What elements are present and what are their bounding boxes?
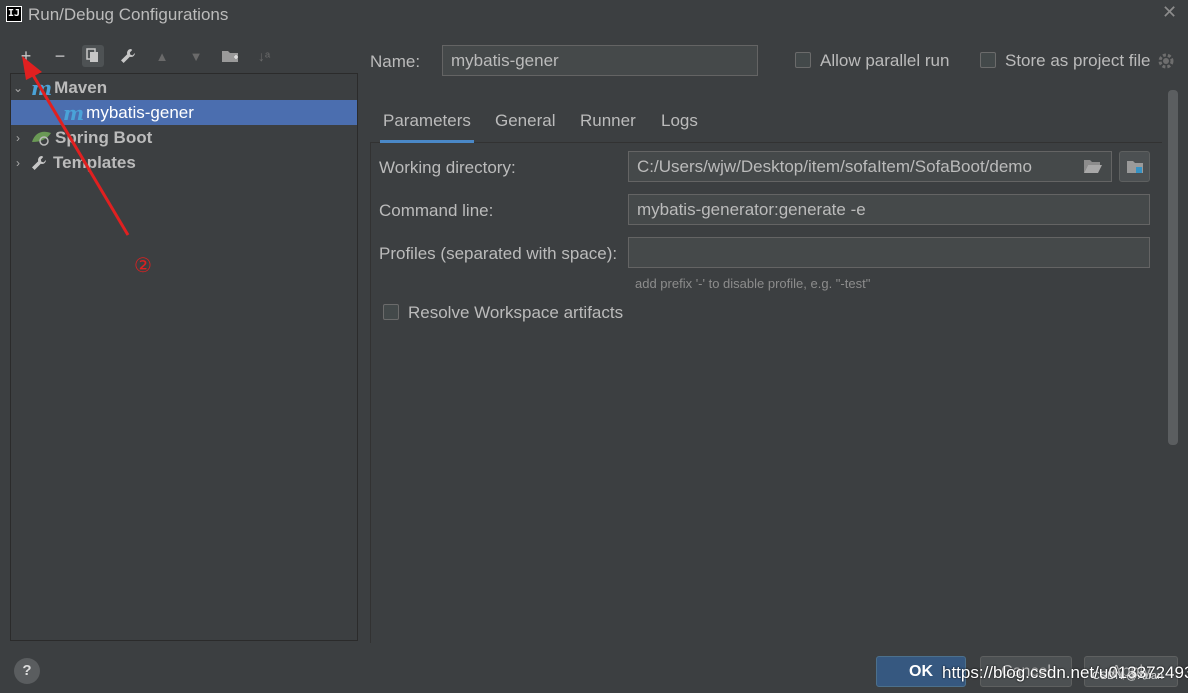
tree-item-templates[interactable]: › Templates — [11, 150, 357, 175]
new-folder-icon[interactable] — [219, 45, 241, 67]
vertical-scrollbar[interactable] — [1168, 90, 1178, 445]
remove-icon[interactable]: − — [49, 45, 71, 67]
store-project-checkbox[interactable] — [980, 52, 996, 68]
name-label: Name: — [370, 52, 421, 71]
close-icon[interactable]: ✕ — [1162, 2, 1177, 23]
profiles-field[interactable] — [628, 237, 1150, 268]
csdn-watermark: CSDN @Xuan — [1092, 670, 1164, 682]
tab-strip: Parameters General Runner Logs — [370, 105, 1162, 143]
maven-icon: m — [63, 100, 85, 125]
move-down-icon[interactable]: ▼ — [185, 45, 207, 67]
name-field[interactable]: mybatis-gener — [442, 45, 758, 76]
chevron-right-icon[interactable]: › — [11, 131, 25, 145]
working-directory-field[interactable]: C:/Users/wjw/Desktop/item/sofaItem/SofaB… — [628, 151, 1112, 182]
intellij-app-icon: IJ — [6, 6, 22, 22]
annotation-number: ② — [134, 255, 152, 277]
command-line-field[interactable]: mybatis-generator:generate -e — [628, 194, 1150, 225]
sort-icon[interactable]: ↓ᵃ — [253, 45, 275, 67]
resolve-workspace-checkbox[interactable] — [383, 304, 399, 320]
profiles-label: Profiles (separated with space): — [379, 244, 618, 263]
tree-item-label: Maven — [54, 77, 108, 97]
command-line-label: Command line: — [379, 201, 494, 220]
macro-folder-button[interactable] — [1119, 151, 1150, 182]
wrench-icon — [31, 155, 49, 171]
move-up-icon[interactable]: ▲ — [151, 45, 173, 67]
tab-general[interactable]: General — [492, 105, 558, 143]
allow-parallel-label: Allow parallel run — [820, 51, 950, 70]
tab-parameters[interactable]: Parameters — [380, 105, 474, 143]
resolve-workspace-label: Resolve Workspace artifacts — [408, 303, 624, 322]
chevron-right-icon[interactable]: › — [11, 156, 25, 170]
tree-item-label: mybatis-gener — [86, 102, 194, 122]
folder-open-icon[interactable] — [1083, 158, 1103, 174]
tree-item-spring-boot[interactable]: › Spring Boot — [11, 125, 357, 150]
gear-icon[interactable] — [1157, 52, 1175, 70]
add-icon[interactable]: + — [15, 45, 37, 67]
configuration-tree: ⌄ m Maven m mybatis-gener › Spring Boot … — [10, 73, 358, 641]
tab-logs[interactable]: Logs — [658, 105, 701, 143]
window-title: Run/Debug Configurations — [28, 5, 229, 24]
tab-runner[interactable]: Runner — [577, 105, 639, 143]
store-project-label: Store as project file — [1005, 51, 1151, 70]
help-button[interactable]: ? — [14, 658, 40, 684]
tree-item-label: Templates — [53, 152, 136, 172]
profiles-hint: add prefix '-' to disable profile, e.g. … — [635, 276, 871, 291]
allow-parallel-checkbox[interactable] — [795, 52, 811, 68]
chevron-down-icon[interactable]: ⌄ — [11, 81, 25, 95]
wrench-icon[interactable] — [117, 45, 139, 67]
working-directory-label: Working directory: — [379, 158, 516, 177]
maven-icon: m — [31, 75, 53, 100]
tree-item-mybatis-gener[interactable]: m mybatis-gener — [11, 100, 357, 125]
spring-boot-icon — [31, 130, 53, 146]
tree-item-label: Spring Boot — [55, 127, 153, 147]
tree-item-maven[interactable]: ⌄ m Maven — [11, 75, 357, 100]
copy-icon[interactable] — [82, 45, 104, 67]
